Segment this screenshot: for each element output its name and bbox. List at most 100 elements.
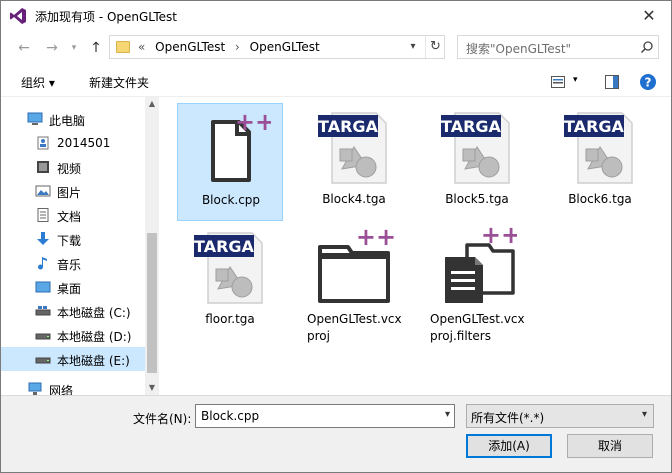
svg-text:?: ? (645, 76, 652, 90)
chevron-down-icon[interactable]: ▾ (445, 409, 450, 420)
file-item-block4-tga[interactable]: TARGA Block4.tga (301, 103, 407, 221)
sidebar-item-music[interactable]: 音乐 (1, 251, 145, 275)
back-arrow-icon[interactable]: ← (15, 39, 33, 57)
sidebar-item-documents[interactable]: 文档 (1, 203, 145, 227)
close-button[interactable]: ✕ (631, 3, 667, 29)
filters-file-icon: ++ (445, 227, 517, 303)
file-name-line: proj.filters (430, 329, 491, 343)
sidebar-item-label: 本地磁盘 (D:) (57, 330, 132, 344)
filename-value: Block.cpp (201, 409, 260, 423)
navigation-bar: ← → ▾ ↑ « OpenGLTest › OpenGLTest ▾ ↻ 搜索… (1, 31, 671, 67)
file-type-value: 所有文件(*.*) (471, 411, 545, 425)
sidebar-item-label: 下载 (57, 234, 82, 248)
new-folder-button[interactable]: 新建文件夹 (89, 74, 149, 91)
sidebar-item-label: 网络 (49, 384, 74, 395)
forward-arrow-icon[interactable]: → (43, 39, 61, 57)
sidebar-item-network[interactable]: 网络 (1, 377, 145, 395)
sidebar-item-videos[interactable]: 视频 (1, 155, 145, 179)
title-bar: 添加现有项 - OpenGLTest ✕ (1, 1, 671, 31)
file-type-select[interactable]: 所有文件(*.*) ▾ (466, 404, 654, 428)
vcxproj-file-icon: ++ (318, 227, 394, 303)
drive-icon (35, 333, 51, 340)
tga-file-icon: TARGA (318, 112, 387, 184)
navigation-pane: 此电脑 2014501 视频 图片 文档 下载 音乐 桌面 本地磁盘 (C:) … (1, 97, 159, 395)
window-title: 添加现有项 - OpenGLTest (35, 10, 177, 24)
file-item-vcxproj-filters[interactable]: ++ OpenGLTest.vcx proj.filters (424, 223, 530, 343)
file-item-block5-tga[interactable]: TARGA Block5.tga (424, 103, 530, 221)
chevron-down-icon: ▾ (641, 409, 647, 420)
scroll-up-icon[interactable]: ▲ (145, 97, 159, 111)
file-item-block6-tga[interactable]: TARGA Block6.tga (547, 103, 653, 221)
file-name: floor.tga (205, 312, 255, 326)
music-icon (38, 257, 47, 270)
filename-label: 文件名(N): (133, 412, 192, 426)
sidebar-item-drive-d[interactable]: 本地磁盘 (D:) (1, 323, 145, 347)
document-icon (37, 208, 49, 222)
sidebar-item-downloads[interactable]: 下载 (1, 227, 145, 251)
cancel-button[interactable]: 取消 (567, 434, 653, 458)
search-placeholder: 搜索"OpenGLTest" (466, 42, 572, 56)
add-button[interactable]: 添加(A) (466, 434, 552, 458)
sidebar-item-label: 文档 (57, 210, 82, 224)
add-existing-item-dialog: 添加现有项 - OpenGLTest ✕ ← → ▾ ↑ « OpenGLTes… (0, 0, 672, 473)
user-icon (37, 136, 49, 150)
help-icon[interactable]: ? (639, 73, 657, 91)
breadcrumb-separator[interactable]: › (235, 40, 240, 54)
file-name: OpenGLTest.vcx proj.filters (424, 311, 530, 345)
sidebar-item-user[interactable]: 2014501 (1, 131, 145, 155)
search-icon (640, 41, 653, 54)
tga-file-icon: TARGA (194, 232, 263, 304)
address-bar[interactable]: « OpenGLTest › OpenGLTest ▾ ↻ (109, 35, 445, 59)
desktop-icon (35, 281, 51, 293)
file-item-block-cpp[interactable]: ++ Block.cpp (177, 103, 283, 221)
search-input[interactable]: 搜索"OpenGLTest" (457, 35, 659, 59)
sidebar-item-label: 本地磁盘 (E:) (57, 354, 130, 368)
breadcrumb-item[interactable]: OpenGLTest (250, 40, 320, 54)
scroll-down-icon[interactable]: ▼ (145, 381, 159, 395)
preview-pane-icon[interactable] (605, 75, 619, 89)
video-icon (37, 161, 49, 173)
address-dropdown-icon[interactable]: ▾ (406, 39, 420, 55)
scrollbar-thumb[interactable] (147, 233, 157, 373)
sidebar-item-label: 音乐 (57, 258, 82, 272)
targa-badge: TARGA (318, 117, 379, 136)
tga-file-icon: TARGA (441, 112, 510, 184)
up-arrow-icon[interactable]: ↑ (87, 39, 105, 57)
breadcrumb-item[interactable]: OpenGLTest (155, 40, 225, 54)
file-name: Block.cpp (201, 193, 261, 207)
file-name-line: proj (307, 329, 330, 343)
plus-plus-badge: ++ (235, 108, 271, 136)
sidebar-scrollbar[interactable]: ▲ ▼ (145, 97, 159, 395)
targa-badge: TARGA (194, 237, 255, 256)
view-options-icon[interactable] (551, 76, 565, 88)
file-item-floor-tga[interactable]: TARGA floor.tga (177, 223, 283, 341)
plus-plus-badge: ++ (481, 227, 517, 249)
sidebar-item-pictures[interactable]: 图片 (1, 179, 145, 203)
breadcrumb: « OpenGLTest › OpenGLTest (138, 40, 326, 54)
sidebar-item-label: 本地磁盘 (C:) (57, 306, 131, 320)
sidebar-item-label: 2014501 (57, 136, 111, 150)
sidebar-item-label: 视频 (57, 162, 82, 176)
targa-badge: TARGA (441, 117, 502, 136)
sidebar-item-drive-e[interactable]: 本地磁盘 (E:) (1, 347, 145, 371)
recent-dropdown-icon[interactable]: ▾ (65, 39, 83, 57)
file-list: ++ Block.cpp TARGA Block4.tga TARGA Bloc… (161, 97, 671, 395)
breadcrumb-overflow[interactable]: « (138, 40, 145, 54)
drive-icon (35, 357, 51, 364)
cpp-file-icon: ++ (211, 108, 271, 182)
organize-button[interactable]: 组织 ▾ (21, 74, 55, 91)
plus-plus-badge: ++ (356, 227, 394, 251)
refresh-icon[interactable]: ↻ (425, 36, 445, 58)
sidebar-item-label: 此电脑 (49, 114, 86, 128)
sidebar-item-desktop[interactable]: 桌面 (1, 275, 145, 299)
file-name-line: OpenGLTest.vcx (430, 312, 525, 326)
filename-input[interactable]: Block.cpp ▾ (195, 404, 455, 428)
file-name: Block6.tga (568, 192, 632, 206)
file-item-vcxproj[interactable]: ++ OpenGLTest.vcx proj (301, 223, 407, 343)
dialog-footer: 文件名(N): Block.cpp ▾ 所有文件(*.*) ▾ 添加(A) 取消 (1, 395, 671, 472)
sidebar-item-this-pc[interactable]: 此电脑 (1, 107, 145, 131)
sidebar-item-drive-c[interactable]: 本地磁盘 (C:) (1, 299, 145, 323)
file-name: OpenGLTest.vcx proj (301, 311, 407, 345)
view-dropdown-icon[interactable]: ▾ (573, 75, 578, 85)
visual-studio-icon (10, 8, 26, 24)
